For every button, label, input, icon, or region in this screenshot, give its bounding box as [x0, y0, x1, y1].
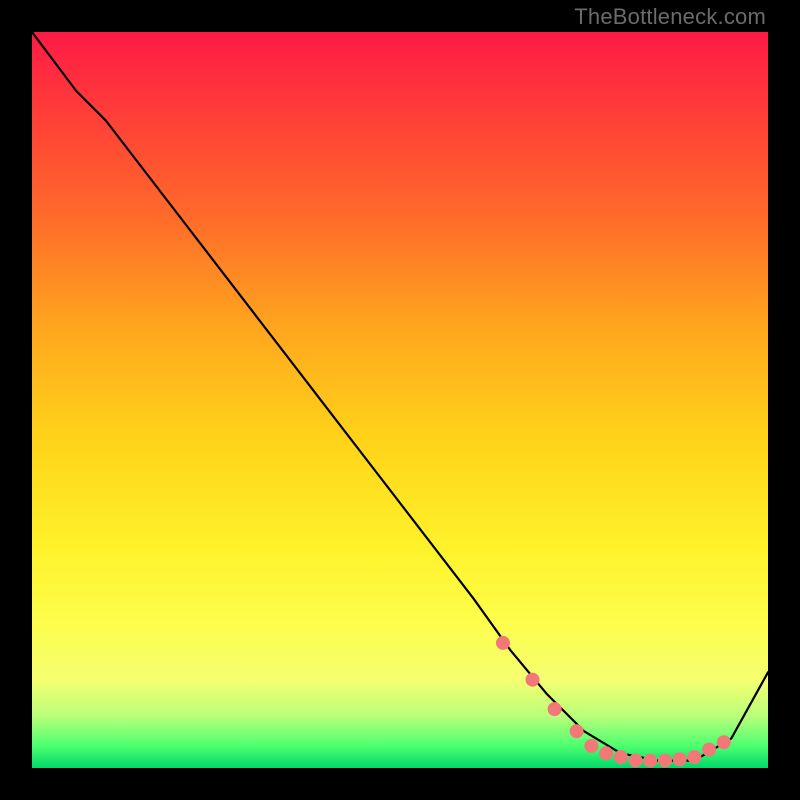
- marker-dot: [643, 754, 657, 768]
- chart-frame: TheBottleneck.com: [0, 0, 800, 800]
- marker-dot: [496, 636, 510, 650]
- marker-dot: [526, 673, 540, 687]
- marker-dot: [548, 702, 562, 716]
- chart-svg: [32, 32, 768, 768]
- marker-dot: [570, 724, 584, 738]
- marker-dot: [614, 750, 628, 764]
- marker-dot: [658, 754, 672, 768]
- plot-area: [32, 32, 768, 768]
- bottleneck-curve: [32, 32, 768, 761]
- curve-line: [32, 32, 768, 761]
- marker-dot: [717, 735, 731, 749]
- marker-dot: [673, 752, 687, 766]
- marker-dot: [599, 746, 613, 760]
- marker-dot: [584, 739, 598, 753]
- marker-dot: [702, 743, 716, 757]
- marker-dot: [687, 750, 701, 764]
- watermark-text: TheBottleneck.com: [574, 4, 766, 30]
- marker-dot: [629, 754, 643, 768]
